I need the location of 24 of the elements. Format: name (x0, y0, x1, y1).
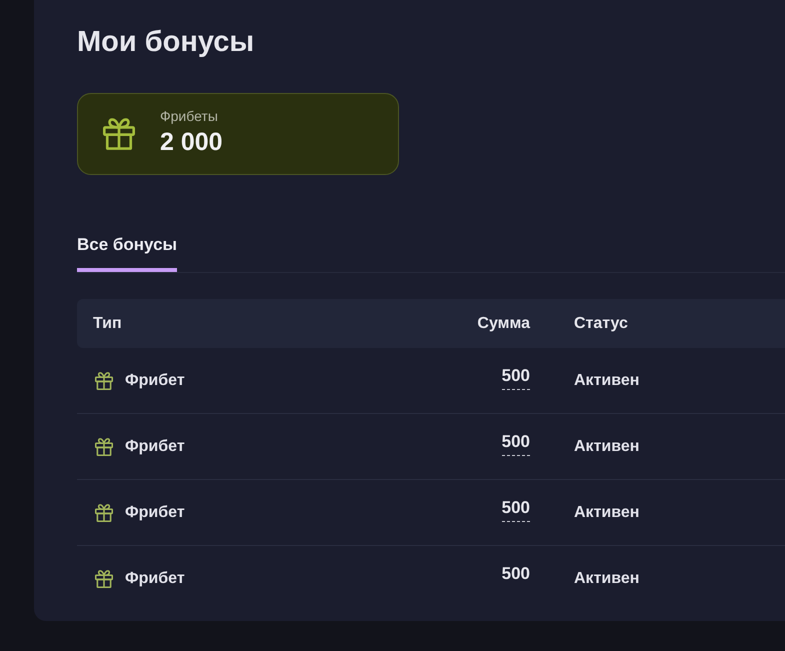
bonus-amount: 500 (502, 498, 530, 522)
column-header: Тип (92, 314, 123, 332)
bonus-type: Фрибет (125, 504, 185, 522)
bonus-amount: 500 (502, 432, 530, 456)
bonus-type: Фрибет (125, 438, 185, 456)
bonus-status: Активен (574, 504, 640, 520)
gift-icon (103, 118, 135, 150)
bonus-type: Фрибет (125, 570, 185, 588)
gift-icon (95, 438, 113, 456)
page-title: Мои бонусы (77, 25, 256, 60)
card-value: 2 000 (160, 127, 223, 157)
bonus-status: Активен (574, 372, 640, 388)
bonus-status: Активен (574, 438, 640, 454)
bonus-amount: 500 (502, 366, 530, 390)
column-header: Статус (573, 314, 629, 332)
gift-icon (95, 570, 113, 588)
bonus-type: Фрибет (125, 372, 185, 390)
tab[interactable]: Все бонусы (77, 231, 178, 272)
card-label: Фрибеты (160, 107, 219, 125)
gift-icon (95, 504, 113, 522)
bonus-amount: 500 (502, 564, 530, 584)
column-header: Сумма (476, 314, 532, 332)
gift-icon (95, 372, 113, 390)
bonus-status: Активен (574, 570, 640, 586)
